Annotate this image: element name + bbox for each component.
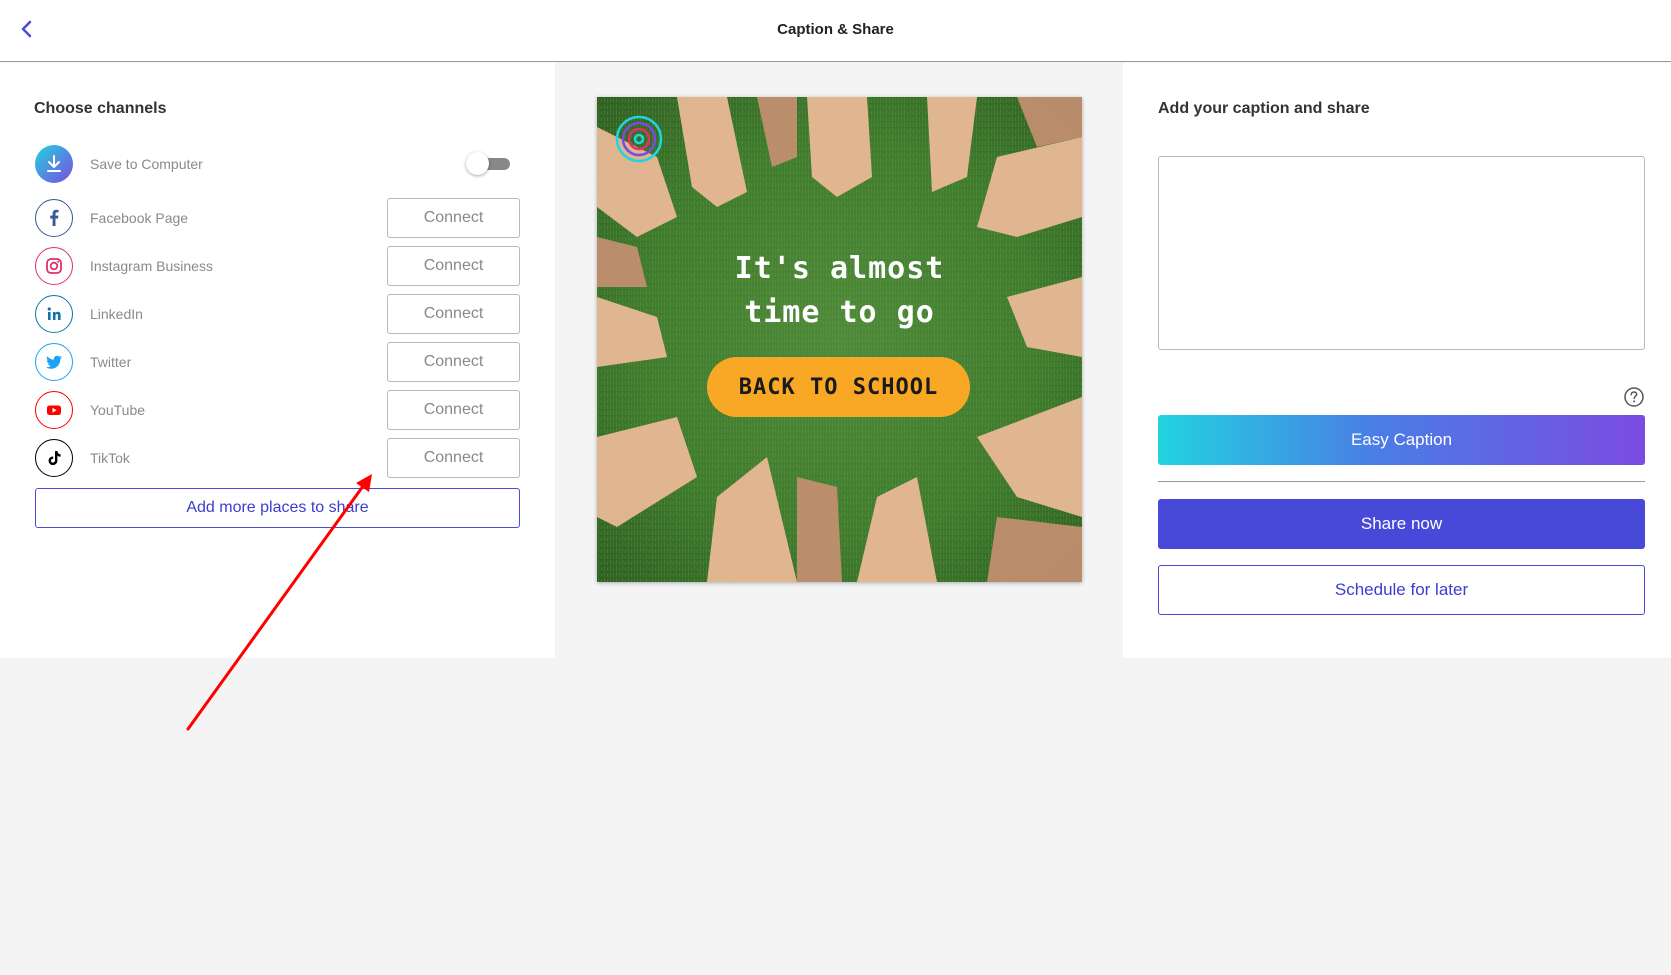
- page-title: Caption & Share: [777, 21, 894, 38]
- divider: [1158, 481, 1645, 482]
- preview-headline: It's almost time to go: [734, 251, 945, 330]
- channel-twitter: Twitter Connect: [35, 342, 520, 384]
- instagram-icon: [35, 247, 73, 285]
- help-icon[interactable]: [1623, 386, 1645, 408]
- channel-label: TikTok: [90, 450, 130, 466]
- connect-tiktok-button[interactable]: Connect: [387, 438, 520, 478]
- channel-label: Twitter: [90, 354, 132, 370]
- easy-caption-button[interactable]: Easy Caption: [1158, 415, 1645, 465]
- connect-youtube-button[interactable]: Connect: [387, 390, 520, 430]
- channel-linkedin: LinkedIn Connect: [35, 294, 520, 336]
- add-more-places-button[interactable]: Add more places to share: [35, 488, 520, 528]
- connect-linkedin-button[interactable]: Connect: [387, 294, 520, 334]
- preview-pill: BACK TO SCHOOL: [707, 357, 970, 417]
- channel-tiktok: TikTok Connect: [35, 438, 520, 480]
- channels-title: Choose channels: [34, 100, 167, 117]
- grass-background: [597, 97, 1082, 582]
- share-now-button[interactable]: Share now: [1158, 499, 1645, 549]
- channel-label: LinkedIn: [90, 306, 143, 322]
- channel-youtube: YouTube Connect: [35, 390, 520, 432]
- tiktok-icon: [35, 439, 73, 477]
- connect-twitter-button[interactable]: Connect: [387, 342, 520, 382]
- twitter-icon: [35, 343, 73, 381]
- channel-label: Instagram Business: [90, 258, 213, 274]
- caption-input[interactable]: [1158, 156, 1645, 350]
- channel-save-to-computer: Save to Computer: [35, 144, 520, 186]
- channel-label: Save to Computer: [90, 156, 203, 172]
- download-icon: [35, 145, 73, 183]
- channel-label: YouTube: [90, 402, 146, 418]
- caption-title: Add your caption and share: [1158, 100, 1370, 117]
- facebook-icon: [35, 199, 73, 237]
- connect-instagram-button[interactable]: Connect: [387, 246, 520, 286]
- linkedin-icon: [35, 295, 73, 333]
- channel-label: Facebook Page: [90, 210, 189, 226]
- youtube-icon: [35, 391, 73, 429]
- channel-instagram-business: Instagram Business Connect: [35, 246, 520, 288]
- brand-logo-icon: [615, 115, 663, 163]
- save-to-computer-toggle[interactable]: [466, 152, 510, 175]
- toggle-knob: [466, 152, 489, 175]
- schedule-for-later-button[interactable]: Schedule for later: [1158, 565, 1645, 615]
- design-preview: It's almost time to go BACK TO SCHOOL: [597, 97, 1082, 582]
- connect-facebook-button[interactable]: Connect: [387, 198, 520, 238]
- top-bar: Caption & Share: [0, 0, 1671, 62]
- channel-facebook-page: Facebook Page Connect: [35, 198, 520, 240]
